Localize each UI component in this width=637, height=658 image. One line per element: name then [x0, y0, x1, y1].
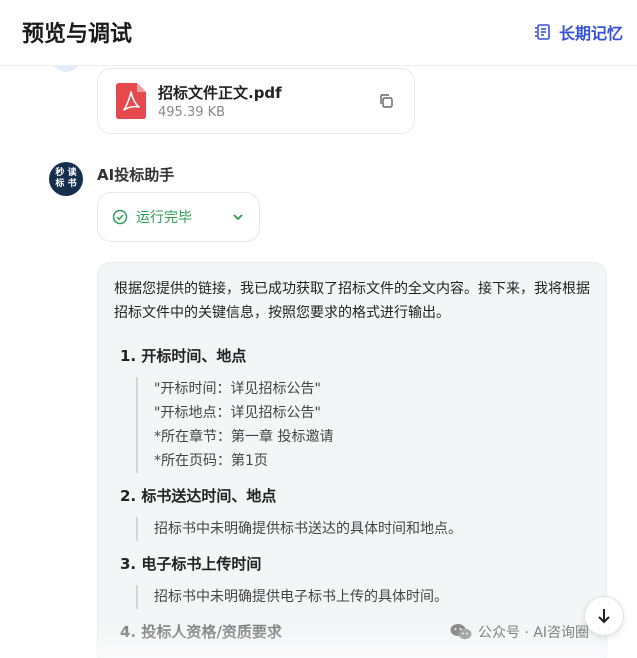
avatar-char: 读 [67, 168, 77, 178]
section-heading: 2. 标书送达时间、地点 [120, 487, 277, 505]
quote-line: *所在章节：第一章 投标邀请 [154, 429, 334, 445]
avatar-char: 标 [55, 179, 65, 189]
run-status-toggle[interactable]: 运行完毕 [97, 192, 260, 242]
long-term-memory-button[interactable]: 长期记忆 [533, 20, 623, 44]
chevron-down-icon[interactable] [231, 210, 245, 224]
file-name: 招标文件正文.pdf [158, 84, 282, 102]
user-avatar [50, 66, 82, 72]
quote-line: "开标地点：详见招标公告" [154, 405, 321, 421]
section-heading: 1. 开标时间、地点 [120, 347, 247, 365]
bot-name: AI投标助手 [97, 166, 175, 184]
memory-label: 长期记忆 [558, 24, 623, 43]
assistant-answer: 根据您提供的链接，我已成功获取了招标文件的全文内容。接下来，我将根据招标文件中的… [97, 262, 607, 658]
memory-icon [534, 24, 550, 40]
quote-line: "开标时间：详见招标公告" [154, 381, 321, 397]
copy-icon[interactable] [378, 93, 394, 109]
chat-area[interactable]: 招标文件正文.pdf 495.39 KB 秒 读 标 书 AI投标助手 运行完毕… [0, 66, 637, 658]
quote-line: 招标书中未明确提供标书送达的具体时间和地点。 [154, 521, 462, 537]
wechat-icon [450, 624, 472, 640]
file-attachment-card[interactable]: 招标文件正文.pdf 495.39 KB [97, 68, 415, 134]
section-heading: 3. 电子标书上传时间 [120, 555, 262, 573]
section-quote: 招标书中未明确提供标书送达的具体时间和地点。 [136, 517, 462, 541]
avatar-char: 书 [67, 179, 77, 189]
file-size: 495.39 KB [158, 105, 226, 120]
page-title: 预览与调试 [22, 22, 133, 47]
watermark-text: 公众号 · AI咨询圈 [478, 625, 590, 641]
check-circle-icon [112, 209, 128, 225]
section-quote: "开标时间：详见招标公告" "开标地点：详见招标公告" *所在章节：第一章 投标… [136, 377, 333, 473]
scroll-to-bottom-button[interactable] [584, 596, 624, 636]
bot-avatar: 秒 读 标 书 [49, 162, 83, 196]
status-label: 运行完毕 [136, 210, 192, 226]
pdf-icon [116, 83, 146, 119]
arrow-down-icon [598, 609, 610, 624]
answer-intro: 根据您提供的链接，我已成功获取了招标文件的全文内容。接下来，我将根据招标文件中的… [114, 281, 590, 321]
header-bar: 预览与调试 长期记忆 [0, 0, 637, 66]
avatar-char: 秒 [55, 168, 65, 178]
quote-line: 招标书中未明确提供电子标书上传的具体时间。 [154, 589, 448, 605]
quote-line: *所在页码：第1页 [154, 453, 268, 469]
watermark: 公众号 · AI咨询圈 [450, 622, 589, 642]
section-quote: 招标书中未明确提供电子标书上传的具体时间。 [136, 585, 448, 609]
